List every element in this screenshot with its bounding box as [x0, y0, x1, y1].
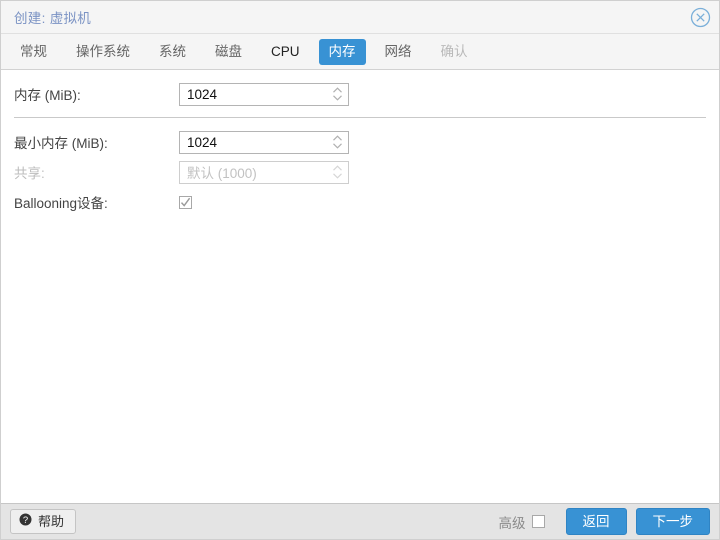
form-divider	[14, 117, 706, 118]
memory-value: 1024	[187, 86, 218, 102]
min-memory-stepper-icon[interactable]	[328, 132, 346, 153]
close-icon[interactable]	[690, 7, 711, 28]
advanced-checkbox[interactable]	[531, 515, 545, 528]
create-vm-dialog: 创建: 虚拟机 常规 操作系统 系统 磁盘 CPU 内存 网络 确认 内存 (M…	[0, 0, 720, 540]
memory-label: 内存 (MiB):	[14, 88, 81, 103]
min-memory-value: 1024	[187, 134, 218, 150]
question-circle-icon: ?	[19, 513, 32, 530]
svg-text:?: ?	[23, 515, 28, 526]
shares-input: 默认 (1000)	[179, 160, 349, 184]
ballooning-checkbox[interactable]	[179, 195, 192, 209]
tab-disks[interactable]: 磁盘	[205, 39, 252, 65]
tab-system[interactable]: 系统	[149, 39, 196, 65]
memory-input[interactable]: 1024	[179, 82, 349, 106]
tab-network[interactable]: 网络	[375, 39, 422, 65]
help-button[interactable]: ? 帮助	[10, 509, 77, 534]
advanced-label: 高级	[498, 515, 526, 531]
memory-stepper-icon[interactable]	[328, 84, 346, 105]
dialog-footer: ? 帮助 高级 返回 下一步	[1, 503, 719, 539]
next-button[interactable]: 下一步	[635, 508, 710, 535]
shares-row: 共享: 默认 (1000)	[1, 157, 719, 187]
ballooning-label: Ballooning设备:	[14, 196, 108, 211]
memory-form-panel: 内存 (MiB): 1024 最小内存 (MiB): 1024 共享: 默认 (…	[1, 70, 719, 503]
wizard-tabbar: 常规 操作系统 系统 磁盘 CPU 内存 网络 确认	[1, 34, 719, 70]
min-memory-input[interactable]: 1024	[179, 130, 349, 154]
ballooning-row: Ballooning设备:	[1, 187, 719, 217]
help-button-label: 帮助	[38, 514, 65, 529]
advanced-toggle[interactable]: 高级	[499, 512, 545, 532]
shares-label: 共享:	[14, 166, 45, 181]
shares-stepper-icon	[328, 162, 346, 183]
tab-confirm: 确认	[440, 43, 468, 59]
tab-general[interactable]: 常规	[10, 39, 57, 65]
tab-cpu[interactable]: CPU	[261, 39, 310, 65]
dialog-title: 创建: 虚拟机	[14, 11, 92, 26]
back-button[interactable]: 返回	[565, 508, 627, 535]
tab-memory[interactable]: 内存	[318, 38, 366, 65]
shares-placeholder: 默认 (1000)	[187, 166, 257, 181]
dialog-titlebar: 创建: 虚拟机	[1, 1, 719, 34]
tab-os[interactable]: 操作系统	[66, 39, 140, 65]
min-memory-row: 最小内存 (MiB): 1024	[1, 127, 719, 157]
memory-row: 内存 (MiB): 1024	[1, 79, 719, 109]
min-memory-label: 最小内存 (MiB):	[14, 136, 108, 151]
